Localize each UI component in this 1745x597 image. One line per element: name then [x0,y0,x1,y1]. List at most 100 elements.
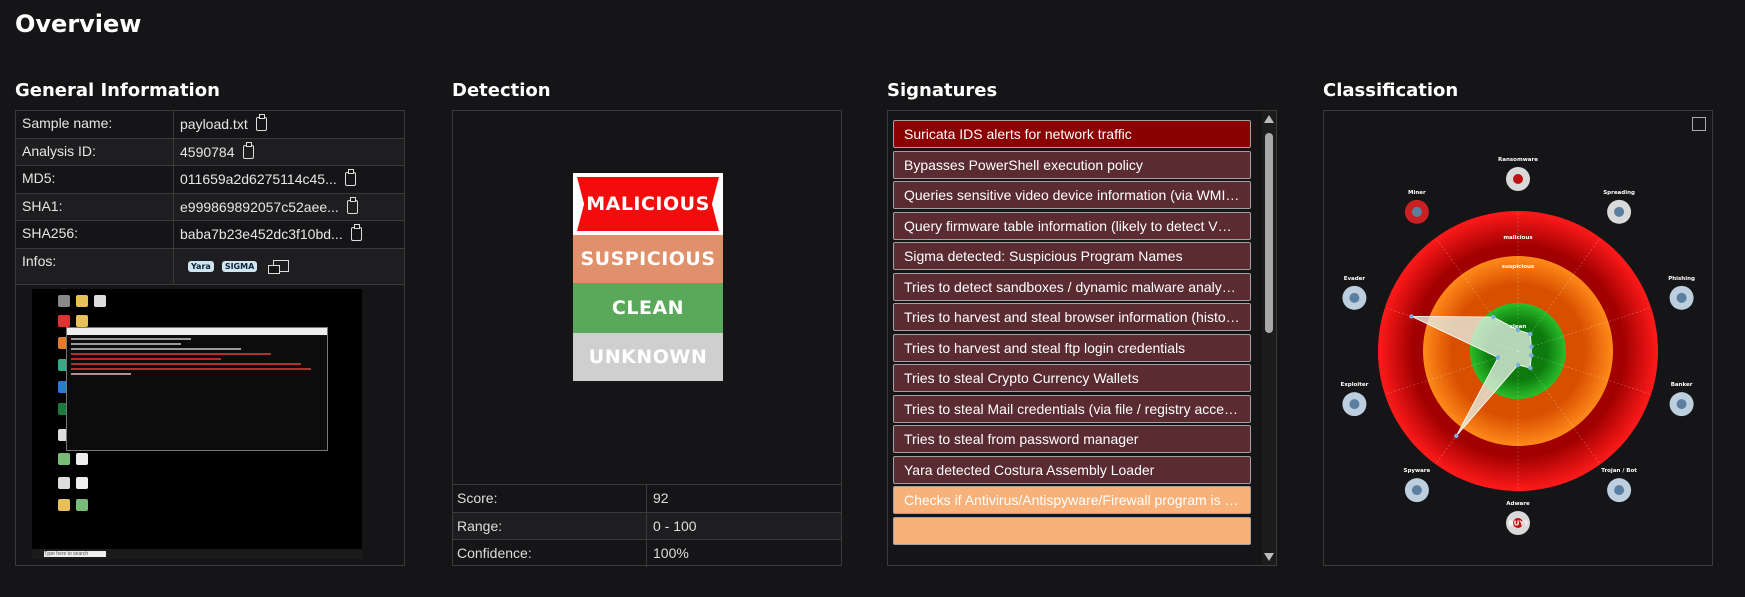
recycle-bin-icon [58,295,70,307]
signature-item[interactable]: Tries to detect sandboxes / dynamic malw… [893,272,1251,301]
category-label: Ransomware [1498,157,1538,163]
signature-item[interactable]: Checks if Antivirus/Antispyware/Firewall… [893,486,1251,514]
category-label: Trojan / Bot [1601,468,1637,474]
info-value-cell: Yara SIGMA [174,249,404,284]
info-key: SHA1: [16,193,174,220]
phishing-icon [1669,285,1694,310]
verdict-unknown: UNKNOWN [573,333,723,381]
detection-stats: Score: 92 Range: 0 - 100 Confidence: 100… [453,484,841,567]
clipboard-copy-icon[interactable] [255,114,267,132]
taskbar: Type here to search [32,549,362,559]
info-value: 011659a2d6275114c45... [180,171,337,188]
ring-label-clean: clean [1510,324,1527,330]
ring-label-malicious: malicious [1503,235,1533,241]
file-icon [58,477,70,489]
signature-item[interactable]: Bypasses PowerShell execution policy [893,150,1251,179]
info-key: Infos: [16,248,174,284]
verdict-suspicious: SUSPICIOUS [573,235,723,283]
signature-item[interactable]: Sigma detected: Suspicious Program Names [893,242,1251,270]
folder-icon [58,499,70,511]
radar-point [1409,314,1414,319]
signature-item[interactable]: Tries to harvest and steal browser infor… [893,303,1251,331]
stat-key: Confidence: [453,540,647,567]
folder-icon [76,295,88,307]
page-title: Overview [15,10,142,38]
info-value: payload.txt [180,116,248,133]
info-value: e999869892057c52aee... [180,198,339,215]
signature-item[interactable]: Query firmware table information (likely… [893,211,1251,240]
signature-item[interactable]: Queries sensitive video device informati… [893,181,1251,209]
detection-verdict-stack: MALICIOUS SUSPICIOUS CLEAN UNKNOWN [573,173,723,381]
file-icon [58,453,70,465]
console-line [71,353,271,355]
windows-icon[interactable] [268,260,290,274]
info-value-cell: 4590784 [174,139,404,166]
info-value-cell: 011659a2d6275114c45... [174,166,404,193]
clipboard-copy-icon[interactable] [242,141,254,159]
file-icon [94,295,106,307]
window-titlebar [67,328,327,335]
info-key: Sample name: [16,111,174,138]
spyware-icon [1404,478,1429,503]
signature-item[interactable]: Tries to steal Mail credentials (via fil… [893,394,1251,423]
command-prompt-window [66,327,328,451]
info-key: Analysis ID: [16,138,174,165]
console-line [71,363,301,365]
miner-icon [1404,199,1429,224]
general-info-table: Sample name: payload.txt Analysis ID: 45907… [16,111,404,285]
category-label: Phishing [1668,276,1695,282]
file-icon [76,499,88,511]
stat-value: 100% [653,545,689,561]
evader-icon [1342,285,1367,310]
info-row: Infos: Yara SIGMA [16,248,404,285]
detection-title: Detection [452,80,551,101]
clipboard-copy-icon[interactable] [344,169,356,187]
signatures-scrollbar[interactable] [1262,111,1276,565]
exploiter-icon [1342,392,1367,417]
console-line [71,348,241,350]
info-row: SHA1: e999869892057c52aee... [16,193,404,221]
signature-item[interactable]: Yara detected Costura Assembly Loader [893,455,1251,484]
sample-screenshot[interactable]: Type here to search [32,289,362,559]
console-line [71,358,221,360]
banker-icon [1669,392,1694,417]
info-value: 4590784 [180,143,235,160]
radar-point [1515,362,1521,368]
classification-panel: malicious suspicious clean Ransomware Spread… [1323,110,1713,566]
scroll-thumb[interactable] [1265,133,1273,333]
signature-item[interactable]: Suricata IDS alerts for network traffic [893,120,1251,148]
scroll-up-arrow-icon[interactable] [1264,115,1274,123]
radar-point [1491,314,1496,320]
info-row: SHA256: baba7b23e452dc3f10bd... [16,221,404,249]
expand-icon[interactable] [1692,117,1706,131]
clipboard-copy-icon[interactable] [346,196,358,214]
scroll-down-arrow-icon[interactable] [1264,553,1274,561]
verdict-clean: CLEAN [573,283,723,333]
info-value-cell: payload.txt [174,111,404,138]
info-key: MD5: [16,166,174,193]
adware-badge: BUY! [1508,520,1527,528]
info-tag[interactable]: SIGMA [221,260,258,272]
category-label: Spreading [1603,190,1635,196]
file-icon [76,477,88,489]
info-row: MD5: 011659a2d6275114c45... [16,166,404,194]
category-label: Banker [1671,382,1693,388]
clipboard-copy-icon[interactable] [350,224,362,242]
general-info-title: General Information [15,80,220,101]
spreading-icon [1607,199,1632,224]
info-tag[interactable]: Yara [188,260,214,272]
radar-point [1454,433,1459,439]
taskbar-search: Type here to search [44,551,106,557]
console-line [71,368,311,370]
radar-point [1529,344,1534,349]
stat-range: Range: 0 - 100 [453,511,841,539]
stat-key: Score: [453,485,647,512]
signatures-title: Signatures [887,80,998,101]
signature-item[interactable]: Tries to steal Crypto Currency Wallets [893,364,1251,392]
stat-value: 0 - 100 [653,517,697,534]
signature-item[interactable] [893,516,1251,545]
signature-item[interactable]: Tries to harvest and steal ftp login cre… [893,333,1251,362]
stat-key: Range: [453,512,647,539]
signature-item[interactable]: Tries to steal from password manager [893,425,1251,453]
general-info-panel: Sample name: payload.txt Analysis ID: 45907… [15,110,405,566]
